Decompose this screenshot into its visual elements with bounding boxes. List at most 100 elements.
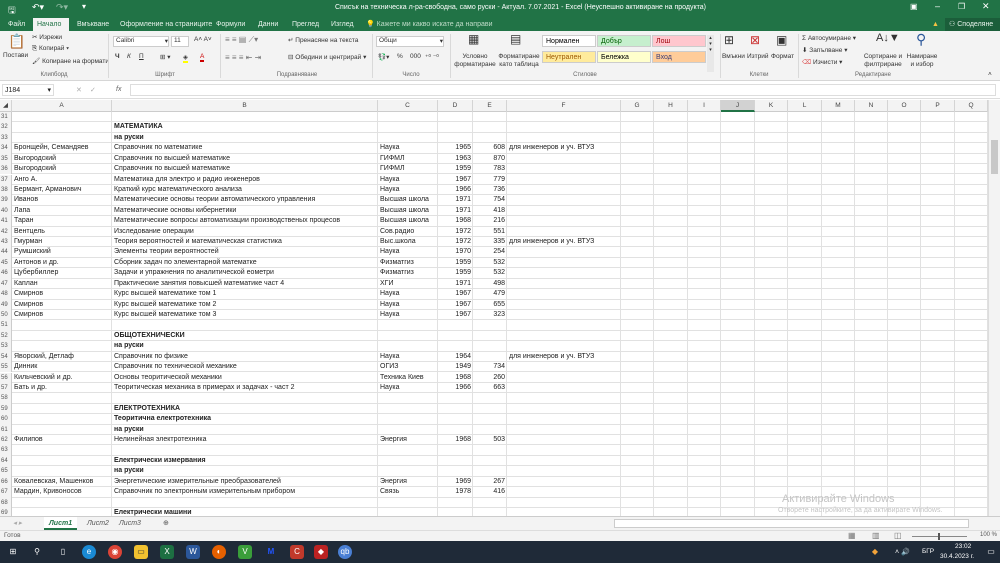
ccleaner-icon[interactable]: C — [290, 545, 304, 559]
row-header[interactable]: 52 — [0, 330, 12, 342]
underline-button[interactable]: П — [139, 53, 144, 60]
cell-B[interactable]: Теория вероятностей и математическая ста… — [112, 237, 378, 247]
cell-A[interactable]: Яворский, Детлаф — [12, 352, 112, 362]
excel-icon[interactable]: X — [160, 545, 174, 559]
view-page-break-icon[interactable]: ◫ — [894, 531, 902, 540]
cell-A[interactable]: Выгородский — [12, 164, 112, 174]
cell-C[interactable]: Энергия — [378, 435, 438, 445]
cell-D[interactable]: 1965 — [438, 143, 473, 153]
cell-C[interactable]: Наука — [378, 247, 438, 257]
format-painter-button[interactable]: 🖌 Копиране на формати — [32, 57, 109, 65]
close-button[interactable]: ✕ — [982, 1, 990, 12]
row-header[interactable]: 68 — [0, 497, 12, 508]
tray-app-icon[interactable]: ◆ — [868, 545, 882, 559]
cell-D[interactable]: 1971 — [438, 195, 473, 205]
column-header-N[interactable]: N — [855, 100, 888, 112]
cell-A[interactable]: Таран — [12, 216, 112, 226]
cell-B[interactable]: МАТЕМАТИКА — [112, 122, 378, 132]
cell-D[interactable]: 1968 — [438, 435, 473, 445]
borders-icon[interactable]: ⊞ ▾ — [160, 53, 171, 61]
word-icon[interactable]: W — [186, 545, 200, 559]
sheet-tab-2[interactable]: Лист2 — [82, 517, 114, 530]
cell-E[interactable]: 608 — [473, 143, 507, 153]
cell-E[interactable]: 734 — [473, 362, 507, 372]
font-color-icon[interactable]: A — [200, 53, 205, 62]
cell-A[interactable]: Вентцель — [12, 227, 112, 237]
cell-D[interactable]: 1971 — [438, 206, 473, 216]
cell-A[interactable]: Филипов — [12, 435, 112, 445]
cell-C[interactable]: Физматгиз — [378, 268, 438, 278]
cell-style-2[interactable]: Лош — [652, 35, 706, 47]
row-header[interactable]: 31 — [0, 112, 12, 123]
row-header[interactable]: 36 — [0, 164, 12, 175]
row-header[interactable]: 57 — [0, 382, 12, 394]
cell-C[interactable]: Наука — [378, 383, 438, 393]
tab-view[interactable]: Изглед — [327, 18, 358, 31]
minimize-button[interactable]: – — [935, 1, 940, 11]
row-header[interactable]: 40 — [0, 205, 12, 217]
number-format-select[interactable]: Общи ▾ — [376, 36, 444, 47]
row-header[interactable]: 65 — [0, 466, 12, 477]
cell-B[interactable]: Справочник по физике — [112, 352, 378, 362]
restore-button[interactable]: ❐ — [958, 2, 965, 11]
cell-A[interactable]: Румшиский — [12, 247, 112, 257]
cell-B[interactable]: Математические основы кибернетики — [112, 206, 378, 216]
app-icon[interactable]: ◆ — [314, 545, 328, 559]
cell-C[interactable]: Наука — [378, 300, 438, 310]
conditional-formatting-button[interactable]: Условно форматиране — [452, 53, 498, 69]
cell-E[interactable]: 779 — [473, 175, 507, 185]
cell-B[interactable]: ЕЛЕКТРОТЕХНИКА — [112, 404, 378, 414]
cell-E[interactable]: 254 — [473, 247, 507, 257]
name-box[interactable]: J184 ▾ — [2, 84, 54, 96]
cell-style-0[interactable]: Нормален — [542, 35, 596, 47]
cell-C[interactable]: Наука — [378, 143, 438, 153]
cell-A[interactable]: Бать и др. — [12, 383, 112, 393]
cell-A[interactable]: Мардин, Кривоносов — [12, 487, 112, 497]
qbittorrent-icon[interactable]: qb — [338, 545, 352, 559]
viber-like-icon[interactable]: V — [238, 545, 252, 559]
row-header[interactable]: 48 — [0, 289, 12, 300]
column-header-O[interactable]: O — [888, 100, 921, 112]
cell-E[interactable]: 479 — [473, 289, 507, 299]
cell-D[interactable]: 1966 — [438, 185, 473, 195]
row-header[interactable]: 39 — [0, 195, 12, 206]
column-header-L[interactable]: L — [788, 100, 822, 112]
row-header[interactable]: 66 — [0, 476, 12, 488]
scroll-thumb[interactable] — [991, 140, 998, 174]
row-header[interactable]: 49 — [0, 299, 12, 310]
cell-D[interactable]: 1969 — [438, 477, 473, 487]
cell-B[interactable]: Математические вопросы автоматизации про… — [112, 216, 378, 226]
cell-B[interactable]: Курс высшей математике том 2 — [112, 300, 378, 310]
row-header[interactable]: 47 — [0, 278, 12, 290]
cell-A[interactable]: Смирнов — [12, 289, 112, 299]
row-header[interactable]: 69 — [0, 507, 12, 516]
column-header-B[interactable]: B — [112, 100, 378, 112]
cell-B[interactable]: Електрически измервания — [112, 456, 378, 466]
cell-E[interactable]: 260 — [473, 373, 507, 383]
row-header[interactable]: 46 — [0, 268, 12, 279]
cell-E[interactable]: 503 — [473, 435, 507, 445]
add-sheet-icon[interactable]: ⊕ — [158, 517, 174, 530]
customize-toolbar-icon[interactable]: ▾ — [82, 2, 86, 11]
tab-data[interactable]: Данни — [254, 18, 282, 31]
row-header[interactable]: 41 — [0, 216, 12, 227]
cell-C[interactable]: Сов.радио — [378, 227, 438, 237]
cell-B[interactable]: Сборник задач по элементарной математке — [112, 258, 378, 268]
cell-B[interactable]: Справочник по математике — [112, 143, 378, 153]
edge-icon[interactable]: e — [82, 545, 96, 559]
view-page-layout-icon[interactable]: ▥ — [872, 531, 880, 540]
column-header-H[interactable]: H — [654, 100, 688, 112]
cell-B[interactable]: Справочник по электронным измерительным … — [112, 487, 378, 497]
cell-E[interactable]: 736 — [473, 185, 507, 195]
cell-B[interactable]: на руски — [112, 425, 378, 435]
align-horizontal-icons[interactable]: ≡ ≡ ≡ ⇤ ⇥ — [225, 53, 261, 62]
cell-F[interactable]: для инженеров и уч. ВТУЗ — [507, 143, 621, 153]
tab-review[interactable]: Преглед — [288, 18, 323, 31]
zoom-level[interactable]: 100 % — [980, 532, 997, 538]
delete-cells-button[interactable]: Изтрий — [747, 53, 769, 60]
cell-D[interactable]: 1963 — [438, 154, 473, 164]
cell-style-3[interactable]: Неутрален — [542, 51, 596, 63]
row-header[interactable]: 58 — [0, 393, 12, 404]
redo-icon[interactable]: ↷▾ — [56, 2, 68, 13]
row-header[interactable]: 38 — [0, 184, 12, 196]
